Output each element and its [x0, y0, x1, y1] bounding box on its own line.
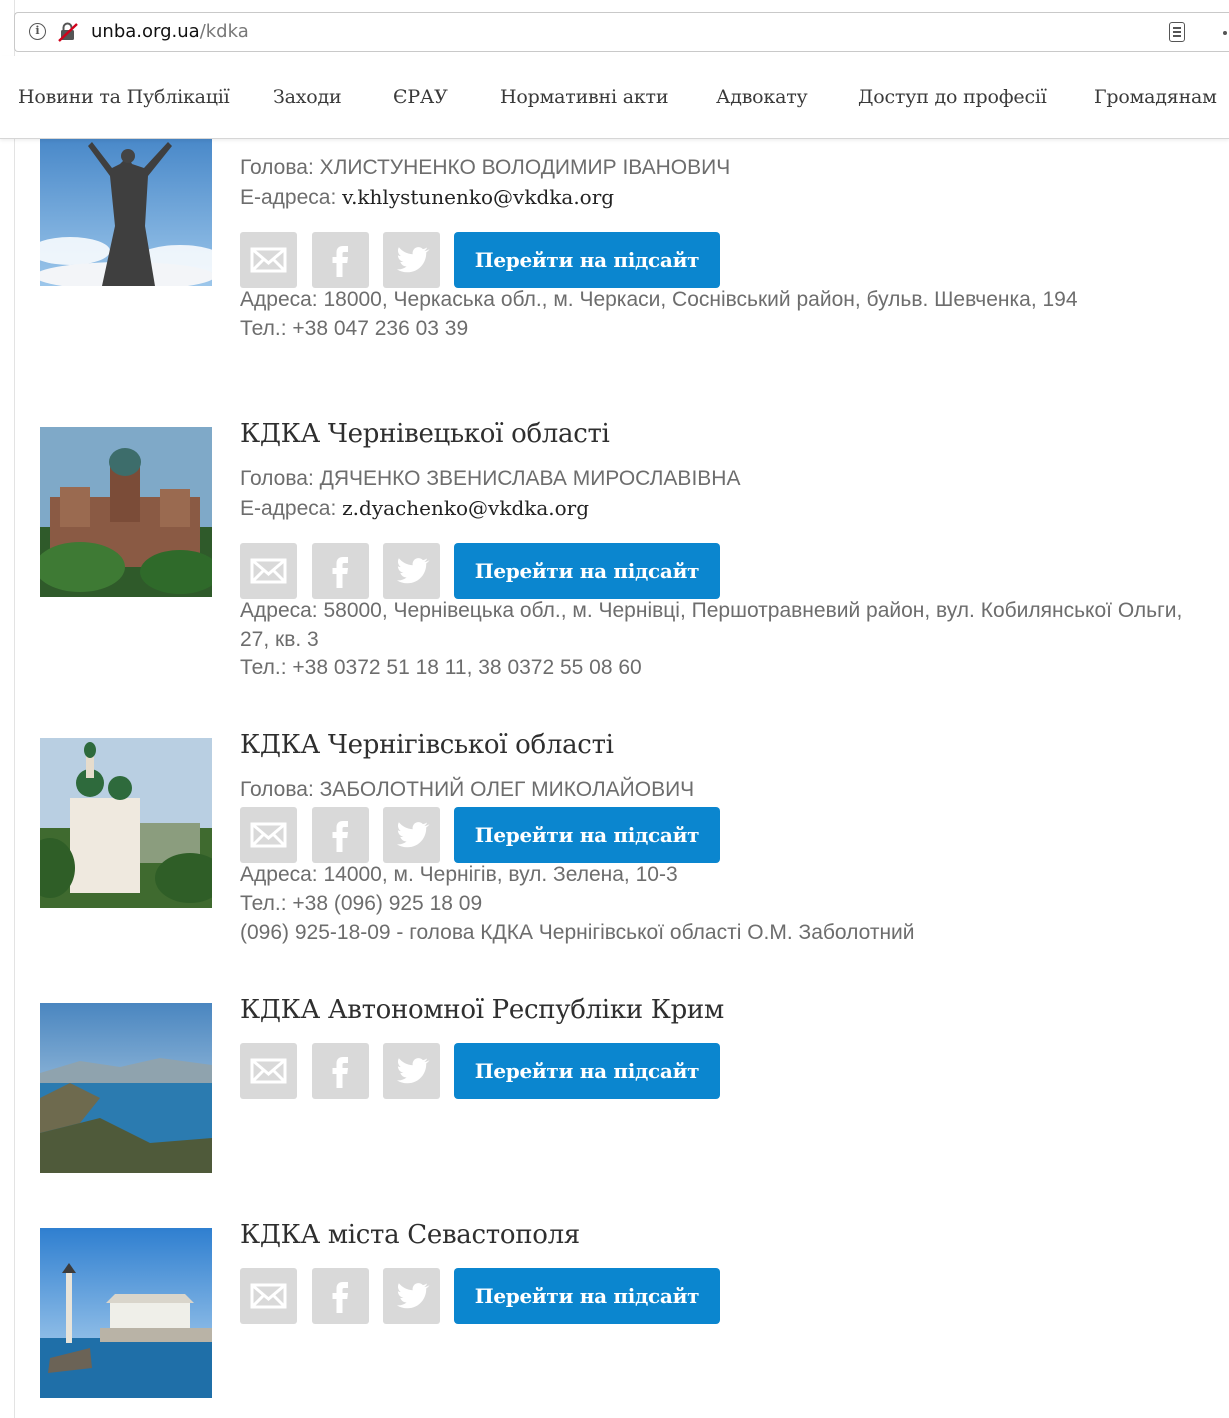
email-icon[interactable]: [240, 1043, 297, 1099]
reader-view-icon[interactable]: [1169, 22, 1185, 42]
phone-line: Тел.: +38 0372 51 18 11, 38 0372 55 08 6…: [240, 656, 642, 679]
note-line: (096) 925-18-09 - голова КДКА Чернігівсь…: [240, 921, 915, 944]
twitter-icon[interactable]: [383, 807, 440, 863]
twitter-icon[interactable]: [383, 1268, 440, 1324]
subsite-button[interactable]: Перейти на підсайт: [454, 543, 720, 599]
head-line: Голова: ХЛИСТУНЕНКО ВОЛОДИМИР ІВАНОВИЧ: [240, 156, 731, 179]
entry-title: КДКА Чернігівської області: [240, 730, 614, 760]
entry-title: КДКА Чернівецької області: [240, 419, 610, 449]
entry-title: КДКА Автономної Республіки Крим: [240, 995, 724, 1025]
more-icon[interactable]: [1223, 31, 1227, 35]
address-line-continued: 27, кв. 3: [240, 628, 319, 651]
email-line: Е-адреса: z.dyachenko@vkdka.org: [240, 496, 590, 520]
twitter-icon[interactable]: [383, 232, 440, 288]
email-line: Е-адреса: v.khlystunenko@vkdka.org: [240, 185, 615, 209]
phone-line: Тел.: +38 047 236 03 39: [240, 317, 469, 340]
subsite-button[interactable]: Перейти на підсайт: [454, 1268, 720, 1324]
url-path: /kdka: [199, 21, 249, 42]
email-link[interactable]: v.khlystunenko@vkdka.org: [342, 185, 614, 209]
nav-item-profession-access[interactable]: Доступ до професії: [858, 86, 1047, 108]
main-nav: Новини та Публікації Заходи ЄРАУ Нормати…: [0, 56, 1229, 139]
phone-line: Тел.: +38 (096) 925 18 09: [240, 892, 483, 915]
email-link[interactable]: z.dyachenko@vkdka.org: [342, 496, 589, 520]
nav-item-news[interactable]: Новини та Публікації: [18, 86, 230, 108]
twitter-icon[interactable]: [383, 543, 440, 599]
address-line: Адреса: 58000, Чернівецька обл., м. Черн…: [240, 599, 1183, 622]
coast-photo: [40, 1003, 212, 1173]
twitter-icon[interactable]: [383, 1043, 440, 1099]
facebook-icon[interactable]: [312, 807, 369, 863]
facebook-icon[interactable]: [312, 1268, 369, 1324]
nav-item-citizens[interactable]: Громадянам: [1094, 86, 1217, 108]
head-line: Голова: ЗАБОЛОТНИЙ ОЛЕГ МИКОЛАЙОВИЧ: [240, 778, 695, 801]
subsite-button[interactable]: Перейти на підсайт: [454, 1043, 720, 1099]
head-line: Голова: ДЯЧЕНКО ЗВЕНИСЛАВА МИРОСЛАВІВНА: [240, 467, 741, 490]
info-icon[interactable]: i: [29, 23, 46, 40]
facebook-icon[interactable]: [312, 543, 369, 599]
statue-photo: [40, 116, 212, 286]
facebook-icon[interactable]: [312, 1043, 369, 1099]
subsite-button[interactable]: Перейти на підсайт: [454, 232, 720, 288]
email-icon[interactable]: [240, 232, 297, 288]
email-icon[interactable]: [240, 807, 297, 863]
entry-title: КДКА міста Севастополя: [240, 1220, 580, 1250]
address-line: Адреса: 18000, Черкаська обл., м. Черкас…: [240, 288, 1078, 311]
monument-sea-photo: [40, 1228, 212, 1398]
insecure-lock-icon[interactable]: [57, 22, 79, 42]
university-photo: [40, 427, 212, 597]
monastery-photo: [40, 738, 212, 908]
nav-item-regulations[interactable]: Нормативні акти: [500, 86, 669, 108]
email-icon[interactable]: [240, 543, 297, 599]
nav-item-events[interactable]: Заходи: [273, 86, 342, 108]
url-host: unba.org.ua: [91, 21, 200, 42]
email-icon[interactable]: [240, 1268, 297, 1324]
address-bar[interactable]: i unba.org.ua/kdka: [14, 12, 1229, 52]
nav-item-erau[interactable]: ЄРАУ: [393, 86, 448, 108]
address-line: Адреса: 14000, м. Чернігів, вул. Зелена,…: [240, 863, 678, 886]
subsite-button[interactable]: Перейти на підсайт: [454, 807, 720, 863]
nav-item-for-lawyers[interactable]: Адвокату: [716, 86, 808, 108]
url-text[interactable]: unba.org.ua/kdka: [91, 21, 249, 42]
facebook-icon[interactable]: [312, 232, 369, 288]
